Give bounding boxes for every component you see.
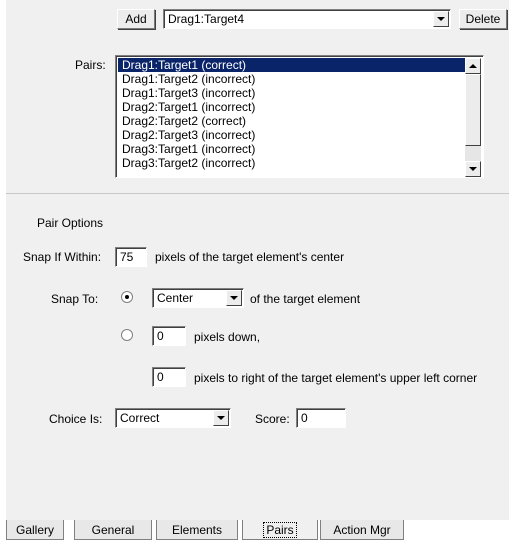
- snap-within-value: 75: [120, 250, 134, 264]
- snap-to-suffix: of the target element: [250, 292, 361, 306]
- chevron-down-icon[interactable]: [226, 290, 242, 306]
- pairs-label: Pairs:: [75, 58, 106, 72]
- snap-to-value: Center: [157, 291, 194, 305]
- scroll-thumb[interactable]: [465, 74, 481, 146]
- pixels-right-value: 0: [157, 370, 164, 384]
- tab-label: Elements: [171, 522, 223, 537]
- tab-general[interactable]: General: [74, 520, 152, 540]
- tab-pairs[interactable]: Pairs: [242, 520, 318, 540]
- pair-options-heading: Pair Options: [37, 216, 104, 230]
- pair-select[interactable]: Drag1:Target4: [163, 9, 451, 29]
- chevron-down-icon[interactable]: [433, 11, 449, 27]
- delete-button[interactable]: Delete: [459, 9, 507, 29]
- pixels-right-input[interactable]: 0: [152, 367, 186, 387]
- list-item[interactable]: Drag1:Target1 (correct): [118, 58, 465, 72]
- pixels-down-suffix: pixels down,: [194, 330, 261, 344]
- tab-label: Action Mgr: [333, 522, 391, 537]
- tab-elements[interactable]: Elements: [156, 520, 238, 540]
- score-value: 0: [301, 411, 308, 425]
- tab-action-mgr[interactable]: Action Mgr: [320, 520, 404, 540]
- scroll-up-icon[interactable]: [465, 58, 481, 74]
- chevron-down-icon[interactable]: [213, 410, 229, 426]
- list-item[interactable]: Drag1:Target3 (incorrect): [118, 86, 465, 100]
- scroll-down-icon[interactable]: [465, 161, 481, 177]
- pairs-list[interactable]: Drag1:Target1 (correct) Drag1:Target2 (in…: [115, 55, 484, 178]
- list-item[interactable]: Drag1:Target2 (incorrect): [118, 72, 465, 86]
- snap-to-label: Snap To:: [51, 292, 99, 306]
- pixels-down-value: 0: [157, 329, 164, 343]
- tab-label: General: [91, 522, 135, 537]
- snap-within-label: Snap If Within:: [23, 250, 102, 264]
- tab-gallery[interactable]: Gallery: [6, 520, 64, 540]
- delete-button-label: Delete: [465, 12, 501, 26]
- pixels-down-input[interactable]: 0: [152, 326, 186, 346]
- pixels-right-suffix: pixels to right of the target element's …: [194, 371, 478, 385]
- score-input[interactable]: 0: [296, 408, 346, 428]
- divider: [6, 193, 509, 194]
- list-item[interactable]: Drag2:Target1 (incorrect): [118, 100, 465, 114]
- snap-to-select[interactable]: Center: [152, 288, 244, 308]
- tab-label: Pairs: [263, 521, 297, 538]
- choice-select[interactable]: Correct: [115, 408, 231, 428]
- snap-within-input[interactable]: 75: [115, 247, 147, 267]
- list-item[interactable]: Drag2:Target2 (correct): [118, 114, 465, 128]
- list-item[interactable]: Drag3:Target2 (incorrect): [118, 156, 465, 170]
- pair-select-value: Drag1:Target4: [168, 12, 245, 26]
- add-button-label: Add: [125, 12, 147, 26]
- snap-to-offset-radio[interactable]: [121, 329, 133, 341]
- snap-to-center-radio[interactable]: [121, 291, 133, 303]
- choice-value: Correct: [120, 411, 160, 425]
- pairs-items: Drag1:Target1 (correct) Drag1:Target2 (in…: [118, 58, 465, 170]
- snap-within-suffix: pixels of the target element's center: [155, 250, 345, 264]
- list-item[interactable]: Drag2:Target3 (incorrect): [118, 128, 465, 142]
- tab-label: Gallery: [15, 522, 54, 537]
- list-item[interactable]: Drag3:Target1 (incorrect): [118, 142, 465, 156]
- score-label: Score:: [255, 412, 290, 426]
- properties-panel: Add Drag1:Target4 Delete Pairs: Drag1:Ta…: [6, 0, 509, 520]
- pairs-scrollbar[interactable]: [465, 58, 481, 177]
- choice-label: Choice Is:: [49, 412, 103, 426]
- add-button[interactable]: Add: [117, 9, 155, 29]
